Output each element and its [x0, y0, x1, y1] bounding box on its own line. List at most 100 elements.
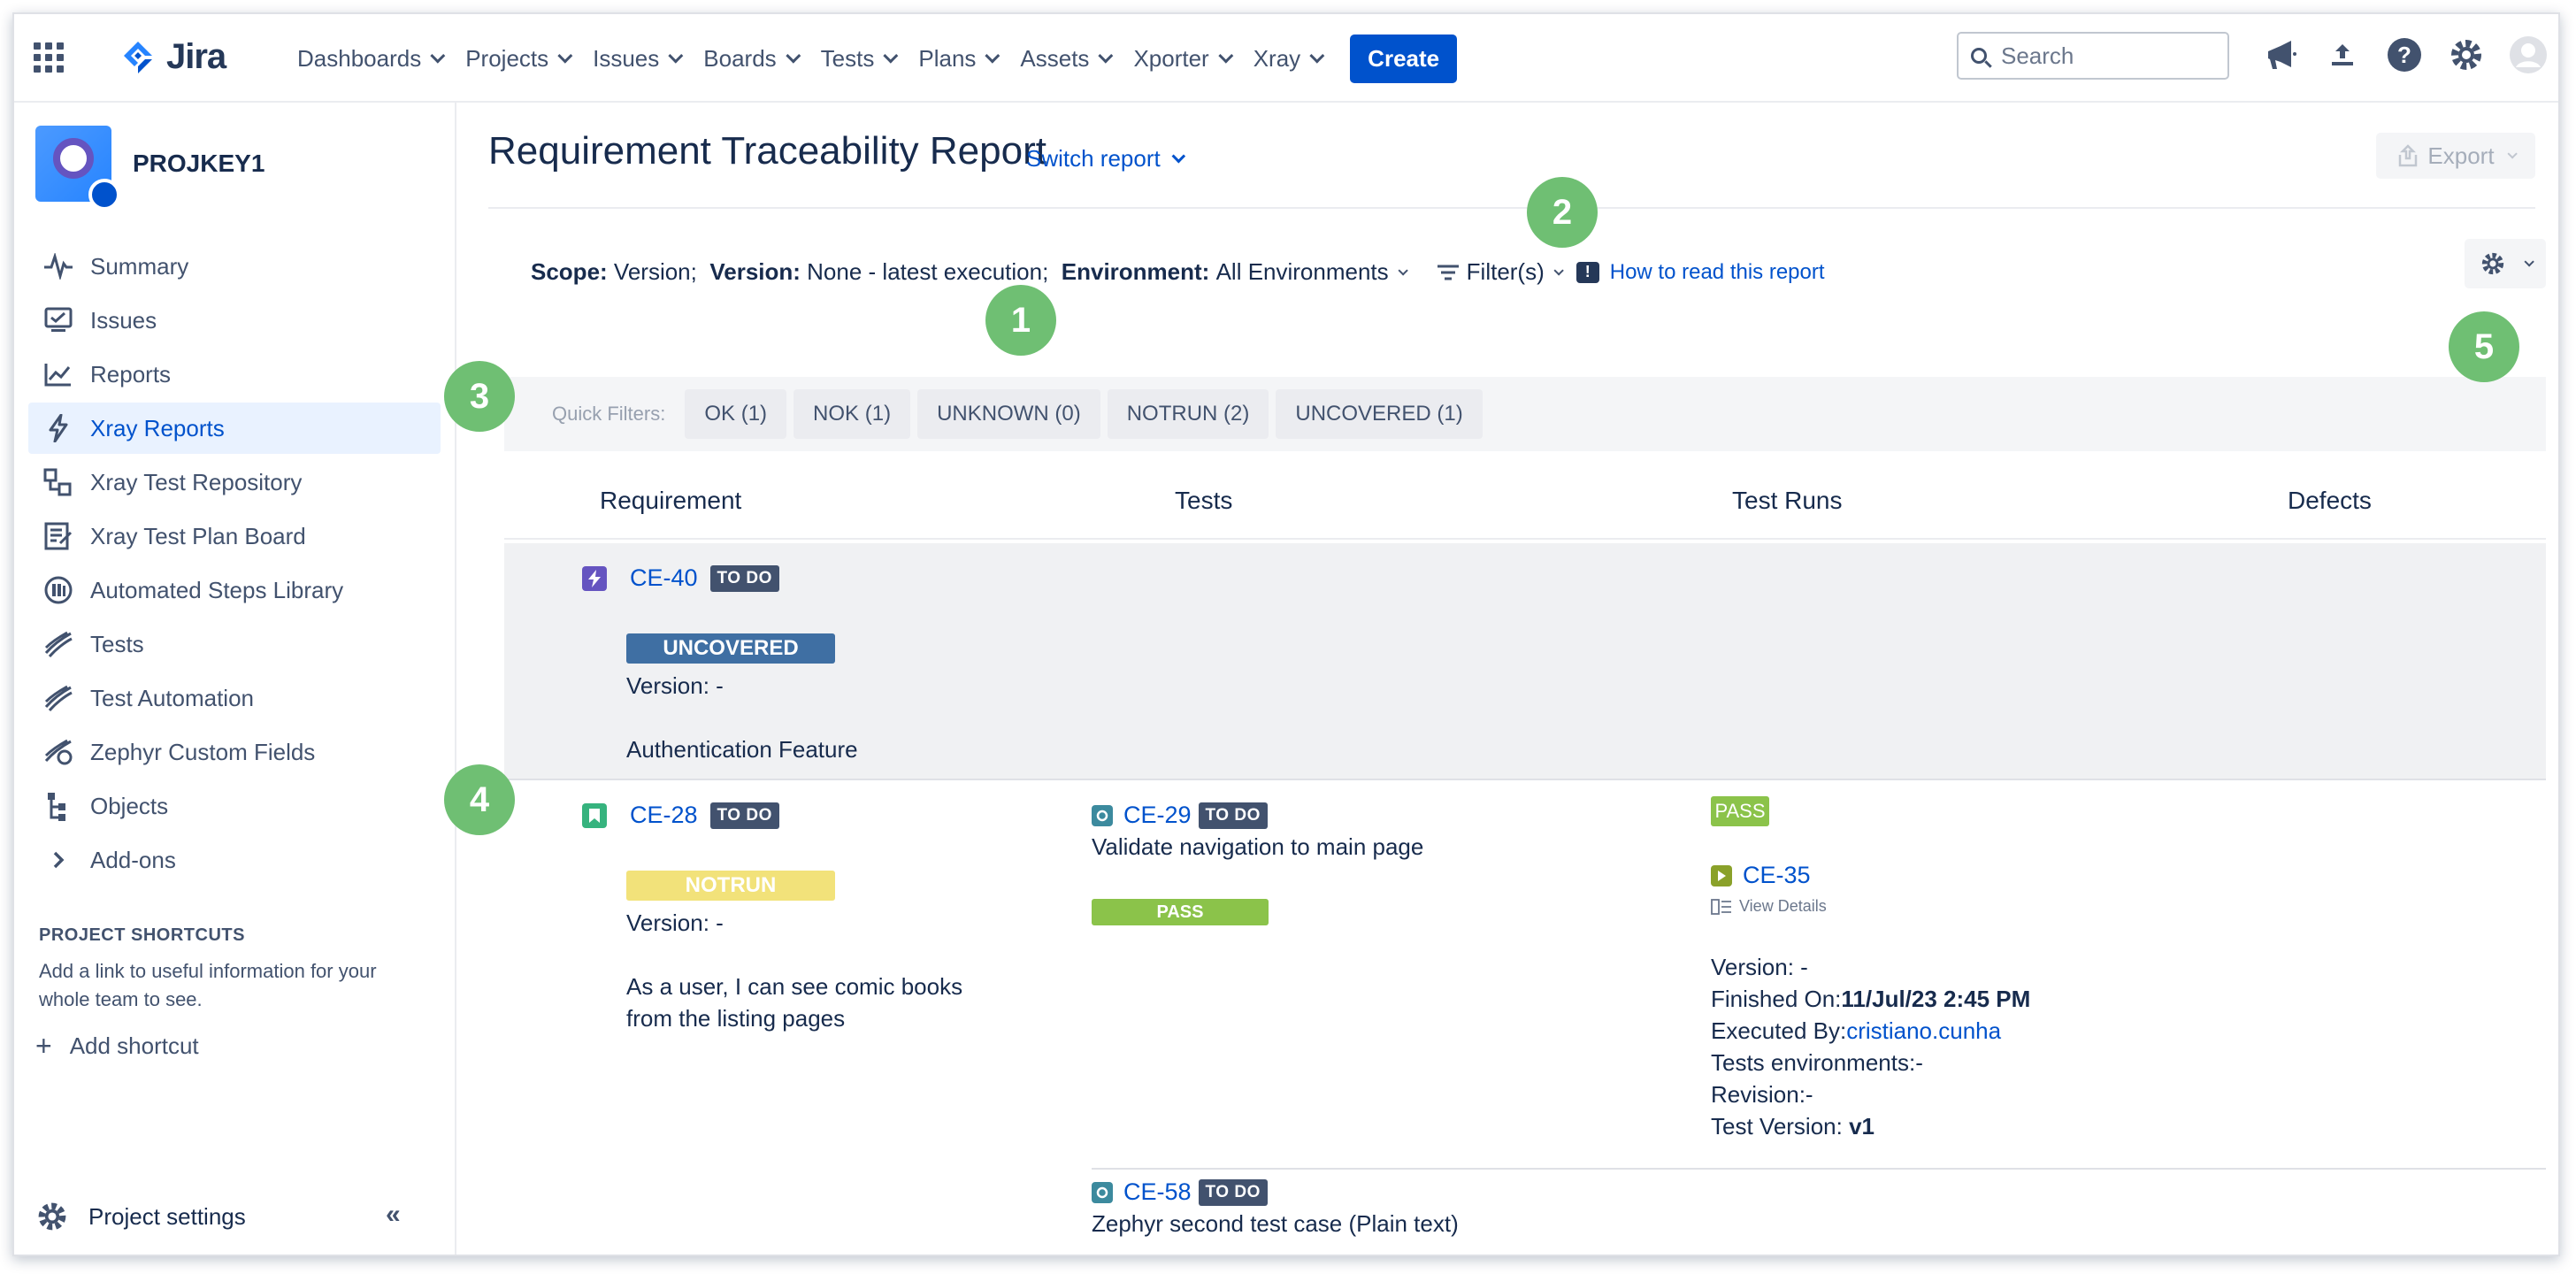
search-icon: [1971, 48, 1987, 64]
create-button[interactable]: Create: [1350, 34, 1458, 83]
add-shortcut-label: Add shortcut: [69, 1032, 199, 1059]
sidebar-item-tests[interactable]: Tests: [28, 618, 441, 670]
zephyr-icon: [42, 736, 74, 768]
settings-icon[interactable]: [2447, 35, 2486, 74]
nav-assets[interactable]: Assets: [1020, 45, 1114, 73]
add-shortcut-button[interactable]: + Add shortcut: [35, 1030, 199, 1063]
sidebar-item-xray-reports[interactable]: Xray Reports: [28, 403, 441, 454]
nav-label: Projects: [465, 44, 549, 72]
quick-filter-nok[interactable]: NOK (1): [794, 389, 911, 439]
board-icon: [42, 520, 74, 552]
upload-icon[interactable]: [2323, 35, 2362, 74]
callout-marker: 1: [985, 285, 1056, 356]
sidebar-item-test-automation[interactable]: Test Automation: [28, 672, 441, 724]
sidebar-item-objects[interactable]: Objects: [28, 780, 441, 832]
repository-icon: [42, 466, 74, 498]
story-icon: [582, 802, 607, 828]
page-title: Requirement Traceability Report: [488, 129, 1046, 173]
test-icon: [1092, 804, 1113, 826]
version-label: Version:: [709, 258, 801, 285]
nav-label: Issues: [593, 44, 660, 72]
automation-icon: [42, 682, 74, 714]
settings-icon: [38, 1202, 66, 1231]
quick-filter-notrun[interactable]: NOTRUN (2): [1107, 389, 1269, 439]
nav-label: Tests: [820, 44, 875, 72]
nav-xray[interactable]: Xray: [1254, 45, 1325, 73]
divider: [488, 207, 2535, 209]
sidebar-item-label: Zephyr Custom Fields: [90, 738, 316, 765]
status-badge: TO DO: [709, 802, 779, 829]
chevron-down-icon: [883, 48, 899, 64]
test-run-key-line: CE-35: [1711, 862, 1811, 889]
run-test-version-label: Test Version:: [1711, 1113, 1843, 1140]
column-header-tests[interactable]: Tests: [1175, 465, 1232, 536]
search-input[interactable]: [2001, 42, 2213, 70]
sidebar-item-xray-test-repository[interactable]: Xray Test Repository: [28, 457, 441, 508]
filter-icon: [1437, 265, 1459, 280]
test-key-link[interactable]: CE-29: [1123, 802, 1192, 829]
sidebar-item-label: Issues: [90, 306, 157, 334]
report-settings-button[interactable]: [2465, 239, 2546, 288]
quick-filter-uncovered[interactable]: UNCOVERED (1): [1276, 389, 1483, 439]
sidebar-item-add-ons[interactable]: Add-ons: [28, 834, 441, 886]
project-sidebar: PROJKEY1 Summary Issues Reports Xray Rep…: [14, 103, 456, 1255]
sidebar-item-issues[interactable]: Issues: [28, 295, 441, 346]
nav-tests[interactable]: Tests: [820, 44, 899, 73]
collapse-sidebar-icon[interactable]: «: [386, 1200, 401, 1230]
project-shortcuts-text: Add a link to useful information for you…: [39, 960, 377, 1010]
requirement-key-link[interactable]: CE-40: [630, 564, 698, 592]
user-avatar-icon[interactable]: [2509, 35, 2548, 74]
column-header-defects[interactable]: Defects: [2288, 465, 2372, 536]
project-header[interactable]: PROJKEY1: [35, 126, 264, 211]
run-finished-on: Finished On:11/Jul/23 2:45 PM: [1711, 986, 2030, 1013]
search-box[interactable]: [1957, 32, 2229, 80]
nav-projects[interactable]: Projects: [465, 44, 573, 73]
sidebar-item-reports[interactable]: Reports: [28, 349, 441, 400]
export-button[interactable]: Export: [2376, 133, 2535, 179]
jira-logo[interactable]: Jira: [119, 37, 226, 77]
requirement-key-link[interactable]: CE-28: [630, 802, 698, 829]
column-header-test-runs[interactable]: Test Runs: [1732, 465, 1843, 536]
callout-marker: 2: [1527, 177, 1598, 248]
filters-dropdown[interactable]: Filter(s): [1437, 258, 1564, 286]
quick-filter-ok[interactable]: OK (1): [685, 389, 787, 439]
view-details-link[interactable]: View Details: [1711, 897, 1827, 916]
sidebar-item-xray-test-plan-board[interactable]: Xray Test Plan Board: [28, 510, 441, 562]
megaphone-icon[interactable]: [2261, 35, 2300, 74]
status-badge: TO DO: [1198, 1178, 1268, 1206]
run-result-badge: PASS: [1711, 796, 1769, 826]
environment-dropdown[interactable]: Environment: All Environments: [1062, 258, 1408, 286]
test-run-key-link[interactable]: CE-35: [1743, 862, 1811, 889]
app-switcher-icon[interactable]: [34, 42, 64, 73]
project-settings-link[interactable]: Project settings: [35, 1200, 246, 1233]
how-to-read-link[interactable]: ! How to read this report: [1576, 260, 1825, 285]
nav-xporter[interactable]: Xporter: [1133, 45, 1234, 73]
switch-report-dropdown[interactable]: Switch report: [1026, 145, 1185, 173]
sidebar-item-label: Tests: [90, 630, 144, 657]
switch-report-label: Switch report: [1026, 145, 1161, 172]
help-icon[interactable]: ?: [2385, 35, 2424, 74]
nav-plans[interactable]: Plans: [918, 44, 1000, 73]
quick-filter-unknown[interactable]: UNKNOWN (0): [917, 389, 1100, 439]
status-badge: TO DO: [709, 564, 779, 592]
reports-icon: [42, 358, 74, 390]
bolt-icon: [42, 412, 74, 444]
run-executor-link[interactable]: cristiano.cunha: [1846, 1017, 2001, 1044]
sidebar-item-automated-steps-library[interactable]: Automated Steps Library: [28, 564, 441, 616]
column-header-requirement[interactable]: Requirement: [600, 465, 741, 536]
test-key-line: CE-58 TO DO: [1092, 1178, 1268, 1206]
nav-boards[interactable]: Boards: [703, 45, 801, 73]
sidebar-item-summary[interactable]: Summary: [28, 241, 441, 292]
quick-filters-bar: Quick Filters: OK (1) NOK (1) UNKNOWN (0…: [504, 377, 2546, 451]
plus-icon: +: [35, 1030, 52, 1062]
library-icon: [42, 574, 74, 606]
nav-label: Plans: [918, 44, 977, 72]
nav-issues[interactable]: Issues: [593, 44, 684, 73]
test-key-link[interactable]: CE-58: [1123, 1178, 1192, 1206]
sidebar-item-label: Reports: [90, 360, 172, 388]
nav-dashboards[interactable]: Dashboards: [297, 45, 446, 73]
chevron-down-icon: [985, 48, 1000, 64]
sidebar-item-zephyr-custom-fields[interactable]: Zephyr Custom Fields: [28, 726, 441, 778]
chevron-down-icon: [668, 48, 684, 64]
chevron-down-icon: [430, 48, 446, 64]
